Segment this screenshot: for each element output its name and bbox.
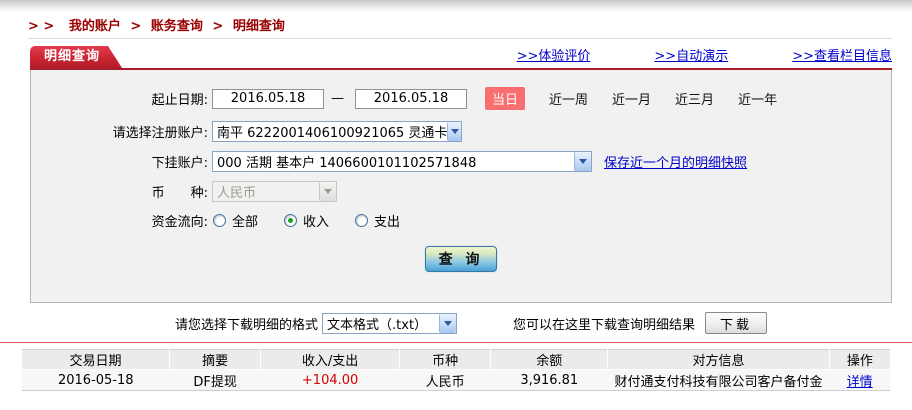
- tab-detail-query[interactable]: 明细查询: [30, 46, 122, 68]
- today-button[interactable]: 当日: [485, 87, 526, 110]
- cell-currency: 人民币: [399, 369, 491, 391]
- flow-option-income[interactable]: 收入: [284, 211, 329, 230]
- registered-account-label: 请选择注册账户:: [112, 126, 208, 141]
- range-last-week[interactable]: 近一周: [549, 89, 588, 108]
- end-date-input[interactable]: [355, 88, 467, 109]
- breadcrumb-item-my-account[interactable]: 我的账户: [69, 19, 121, 34]
- range-last-3-months[interactable]: 近三月: [675, 89, 714, 108]
- breadcrumb: > > 我的账户 > 账务查询 > 明细查询: [28, 15, 892, 39]
- range-last-year[interactable]: 近一年: [738, 89, 777, 108]
- col-header-currency: 币种: [399, 349, 492, 370]
- cell-action: 详情: [829, 369, 890, 391]
- currency-value: 人民币: [217, 186, 257, 201]
- cell-summary: DF提现: [169, 369, 261, 391]
- download-button[interactable]: 下载: [705, 312, 768, 334]
- download-row: 请您选择下载明细的格式 文本格式（.txt） 您可以在这里下载查询明细结果 下载: [30, 312, 892, 334]
- flow-option-all[interactable]: 全部: [213, 211, 258, 230]
- flow-option-expense-label: 支出: [374, 215, 401, 230]
- flow-option-income-label: 收入: [303, 215, 330, 230]
- cell-date: 2016-05-18: [22, 369, 170, 391]
- radio-unchecked-icon: [355, 214, 369, 227]
- date-range-label: 起止日期:: [151, 93, 208, 108]
- query-button-row: 查 询: [31, 246, 891, 272]
- sub-account-label: 下挂账户:: [151, 156, 208, 171]
- currency-label: 币 种:: [151, 186, 208, 201]
- download-hint: 您可以在这里下载查询明细结果: [513, 317, 696, 333]
- cell-balance: 3,916.81: [490, 369, 608, 391]
- start-date-input[interactable]: [212, 88, 324, 109]
- header-links: >>体验评价 >>自动演示 >>查看栏目信息: [517, 45, 892, 68]
- query-button[interactable]: 查 询: [425, 246, 497, 272]
- registered-account-select[interactable]: 南平 6222001406100921065 灵通卡: [212, 121, 462, 142]
- col-header-action: 操作: [829, 349, 890, 370]
- currency-select: 人民币: [212, 181, 337, 202]
- download-format-label: 请您选择下载明细的格式: [175, 317, 319, 333]
- detail-link[interactable]: 详情: [847, 375, 873, 390]
- breadcrumb-separator: >: [212, 19, 224, 34]
- table-row: 2016-05-18 DF提现 +104.00 人民币 3,916.81 财付通…: [22, 369, 890, 391]
- date-dash: —: [331, 91, 344, 106]
- fund-flow-row: 资金流向: 全部 收入 支出: [31, 211, 891, 230]
- link-experience-rating[interactable]: >>体验评价: [517, 45, 591, 64]
- top-gradient-band: [0, 0, 912, 12]
- link-auto-demo[interactable]: >>自动演示: [654, 45, 728, 64]
- registered-account-value: 南平 6222001406100921065 灵通卡: [217, 126, 448, 141]
- tab-label: 明细查询: [44, 49, 101, 64]
- query-form-panel: 起止日期: — 当日 近一周 近一月 近三月 近一年 请选择注册账户: 南平 6…: [30, 70, 892, 303]
- col-header-amount: 收入/支出: [260, 349, 401, 370]
- sub-account-value: 000 活期 基本户 1406600101102571848: [217, 156, 477, 171]
- sub-account-row: 下挂账户: 000 活期 基本户 1406600101102571848 保存近…: [31, 151, 891, 172]
- results-table: 交易日期 摘要 收入/支出 币种 余额 对方信息 操作 2016-05-18 D…: [22, 349, 890, 391]
- sub-account-select[interactable]: 000 活期 基本户 1406600101102571848: [212, 151, 592, 172]
- red-divider: [0, 342, 912, 343]
- range-last-month[interactable]: 近一月: [612, 89, 651, 108]
- chevron-down-icon: [574, 152, 591, 171]
- link-view-column-info[interactable]: >>查看栏目信息: [792, 45, 892, 64]
- col-header-summary: 摘要: [169, 349, 262, 370]
- currency-row: 币 种: 人民币: [31, 181, 891, 202]
- download-format-select[interactable]: 文本格式（.txt）: [322, 312, 458, 334]
- save-monthly-snapshot-link[interactable]: 保存近一个月的明细快照: [604, 152, 747, 171]
- col-header-balance: 余额: [490, 349, 609, 370]
- radio-unchecked-icon: [213, 214, 226, 227]
- date-range-row: 起止日期: — 当日 近一周 近一月 近三月 近一年: [31, 87, 891, 110]
- col-header-counterparty: 对方信息: [607, 349, 830, 370]
- fund-flow-label: 资金流向:: [151, 215, 208, 230]
- breadcrumb-item-account-query[interactable]: 账务查询: [151, 19, 203, 34]
- radio-checked-icon: [284, 214, 298, 227]
- page: > > 我的账户 > 账务查询 > 明细查询 明细查询 >>体验评价 >>自动演…: [0, 0, 912, 410]
- cell-amount: +104.00: [260, 369, 400, 391]
- breadcrumb-item-detail-query[interactable]: 明细查询: [233, 19, 285, 34]
- registered-account-row: 请选择注册账户: 南平 6222001406100921065 灵通卡: [31, 121, 891, 142]
- flow-option-expense[interactable]: 支出: [355, 211, 400, 230]
- table-header-row: 交易日期 摘要 收入/支出 币种 余额 对方信息 操作: [22, 349, 890, 370]
- chevron-down-icon: [319, 182, 336, 201]
- breadcrumb-prefix: > >: [28, 19, 55, 34]
- chevron-down-icon: [439, 313, 457, 333]
- chevron-down-icon: [447, 122, 461, 141]
- download-format-value: 文本格式（.txt）: [327, 317, 428, 333]
- cell-counterparty: 财付通支付科技有限公司客户备付金: [607, 369, 830, 391]
- flow-option-all-label: 全部: [232, 215, 259, 230]
- breadcrumb-separator: >: [130, 19, 142, 34]
- section-header: 明细查询 >>体验评价 >>自动演示 >>查看栏目信息: [30, 46, 892, 70]
- col-header-date: 交易日期: [22, 349, 171, 370]
